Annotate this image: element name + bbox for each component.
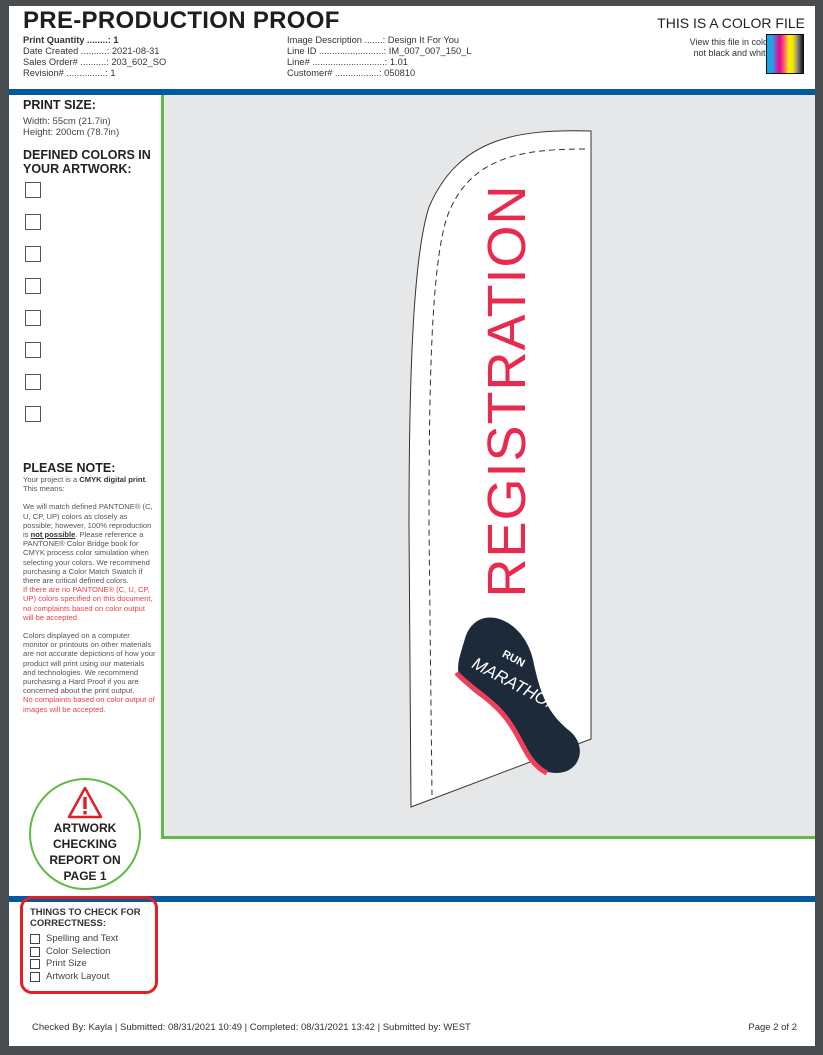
color-swatch-box [25,182,41,198]
order-meta-right: Image Description .......: Design It For… [287,35,472,79]
color-swatch-box [25,310,41,326]
color-swatch-box [25,214,41,230]
correctness-checklist: THINGS TO CHECK FOR CORRECTNESS: Spellin… [30,907,155,983]
color-file-heading: THIS IS A COLOR FILE [657,15,805,31]
footer-status: Checked By: Kayla | Submitted: 08/31/202… [32,1022,471,1033]
defined-color-swatches [23,182,155,422]
order-meta-left: Print Quantity ........: 1 Date Created … [23,35,166,79]
meta-print-quantity: Print Quantity ........: 1 [23,35,119,45]
checkbox-icon[interactable] [30,959,40,970]
color-swatch-box [25,374,41,390]
flag-headline: REGISTRATION [477,184,537,598]
note-heading: PLEASE NOTE: [23,461,116,475]
note-intro: Your project is a CMYK digital print. Th… [23,475,148,494]
cmyk-color-bar-icon [766,34,804,74]
check-item-color[interactable]: Color Selection [30,946,155,959]
meta-image-description: Image Description .......: Design It For… [287,35,460,45]
note-monitor: Colors displayed on a computer monitor o… [23,631,156,714]
please-note: PLEASE NOTE: Your project is a CMYK digi… [23,461,157,723]
color-swatch-box [25,342,41,358]
sidebar: PRINT SIZE: Width: 55cm (21.7in) Height:… [23,98,155,438]
print-width: Width: 55cm (21.7in) [23,116,111,127]
color-file-line2: not black and white. [693,48,773,58]
color-file-line1: View this file in color, [689,37,773,47]
meta-line-id: Line ID .........................: IM_00… [287,46,472,56]
proof-page: PRE-PRODUCTION PROOF Print Quantity ....… [9,6,815,1046]
checklist-heading: THINGS TO CHECK FOR CORRECTNESS: [30,907,141,929]
meta-sales-order: Sales Order# ..........: 203_602_SO [23,57,167,67]
print-size-heading: PRINT SIZE: [23,98,96,112]
color-swatch-box [25,278,41,294]
check-item-layout[interactable]: Artwork Layout [30,971,155,984]
note-pantone: We will match defined PANTONE® (C, U, CP… [23,502,153,622]
checkbox-icon[interactable] [30,971,40,982]
check-item-print-size[interactable]: Print Size [30,958,155,971]
color-swatch-box [25,406,41,422]
check-item-spelling[interactable]: Spelling and Text [30,933,155,946]
defined-colors-heading: DEFINED COLORS IN YOUR ARTWORK: [23,148,151,176]
page-title: PRE-PRODUCTION PROOF [23,7,340,34]
checkbox-icon[interactable] [30,934,40,945]
checkbox-icon[interactable] [30,946,40,957]
artwork-report-badge: ARTWORK CHECKING REPORT ON PAGE 1 [29,778,141,890]
print-height: Height: 200cm (78.7in) [23,127,120,138]
color-swatch-box [25,246,41,262]
warning-icon [31,786,139,820]
page-number: Page 2 of 2 [748,1022,797,1033]
meta-line-number: Line# ............................: 1.01 [287,57,408,67]
meta-revision: Revision# ...............: 1 [23,68,116,78]
meta-customer: Customer# .................: 050810 [287,68,416,78]
meta-date-created: Date Created ..........: 2021-08-31 [23,46,160,56]
